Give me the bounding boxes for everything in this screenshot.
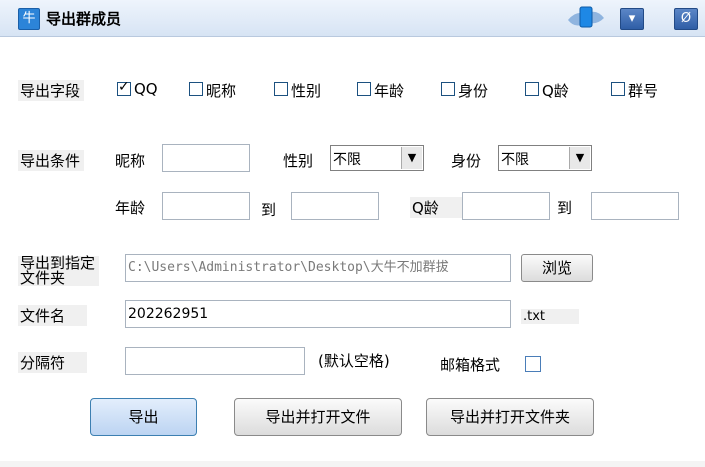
checkbox-age[interactable]	[357, 82, 371, 96]
identity-select[interactable]: 不限 ▼	[498, 145, 592, 171]
close-button[interactable]: Ø	[674, 8, 698, 30]
bottom-edge	[0, 461, 705, 467]
separator-label: 分隔符	[18, 352, 88, 373]
age-to-label: 到	[261, 201, 277, 219]
checkbox-gender-label: 性别	[291, 82, 322, 100]
gender-select-value: 不限	[333, 152, 361, 168]
nickname-input[interactable]	[162, 144, 250, 172]
checkbox-qage[interactable]	[525, 82, 539, 96]
gender-select[interactable]: 不限 ▼	[330, 145, 424, 171]
identity-label: 身份	[451, 152, 482, 170]
checkbox-qage-label: Q龄	[542, 82, 569, 100]
email-format-label: 邮箱格式	[440, 356, 501, 374]
checkbox-gender[interactable]	[274, 82, 288, 96]
checkbox-nickname-label: 昵称	[206, 82, 237, 100]
dropdown-arrow-icon[interactable]: ▼	[401, 147, 422, 169]
filename-label: 文件名	[18, 305, 88, 326]
checkbox-nickname[interactable]	[189, 82, 203, 96]
identity-select-value: 不限	[501, 152, 529, 168]
filename-input[interactable]: 202262951	[125, 300, 511, 328]
checkbox-group-number-label: 群号	[628, 82, 659, 100]
checkbox-identity[interactable]	[441, 82, 455, 96]
age-from-input[interactable]	[162, 192, 250, 220]
nickname-label: 昵称	[115, 152, 146, 170]
age-to-input[interactable]	[291, 192, 379, 220]
dropdown-arrow-icon[interactable]: ▼	[569, 147, 590, 169]
folder-label-line2: 文件夹	[20, 269, 66, 287]
checkbox-age-label: 年龄	[374, 82, 405, 100]
age-label: 年龄	[115, 199, 146, 217]
app-icon: 牛	[18, 8, 40, 30]
export-open-folder-button[interactable]: 导出并打开文件夹	[426, 398, 594, 436]
title-bar: 牛 导出群成员 ▾ Ø	[0, 0, 705, 37]
email-format-checkbox[interactable]	[525, 356, 541, 372]
extension-label: .txt	[521, 309, 580, 324]
checkbox-qq[interactable]	[117, 79, 131, 96]
separator-input[interactable]	[125, 347, 305, 375]
qage-from-input[interactable]	[462, 192, 550, 220]
folder-path-input[interactable]: C:\Users\Administrator\Desktop\大牛不加群拔	[125, 254, 511, 282]
skin-icon[interactable]	[566, 4, 606, 32]
qage-to-input[interactable]	[591, 192, 679, 220]
window-title: 导出群成员	[46, 10, 122, 28]
qage-to-label: 到	[557, 199, 573, 217]
minimize-button[interactable]: ▾	[620, 8, 644, 30]
checkbox-qq-label: QQ	[134, 80, 158, 98]
browse-button[interactable]: 浏览	[521, 254, 593, 282]
folder-label: 导出到指定 文件夹	[18, 256, 100, 287]
export-open-file-button[interactable]: 导出并打开文件	[234, 398, 402, 436]
gender-label: 性别	[283, 152, 314, 170]
export-button[interactable]: 导出	[90, 398, 197, 436]
separator-hint: (默认空格)	[318, 352, 390, 370]
conditions-label: 导出条件	[18, 150, 85, 171]
checkbox-group-number[interactable]	[611, 82, 625, 96]
fields-label: 导出字段	[18, 80, 85, 101]
checkbox-identity-label: 身份	[458, 82, 489, 100]
